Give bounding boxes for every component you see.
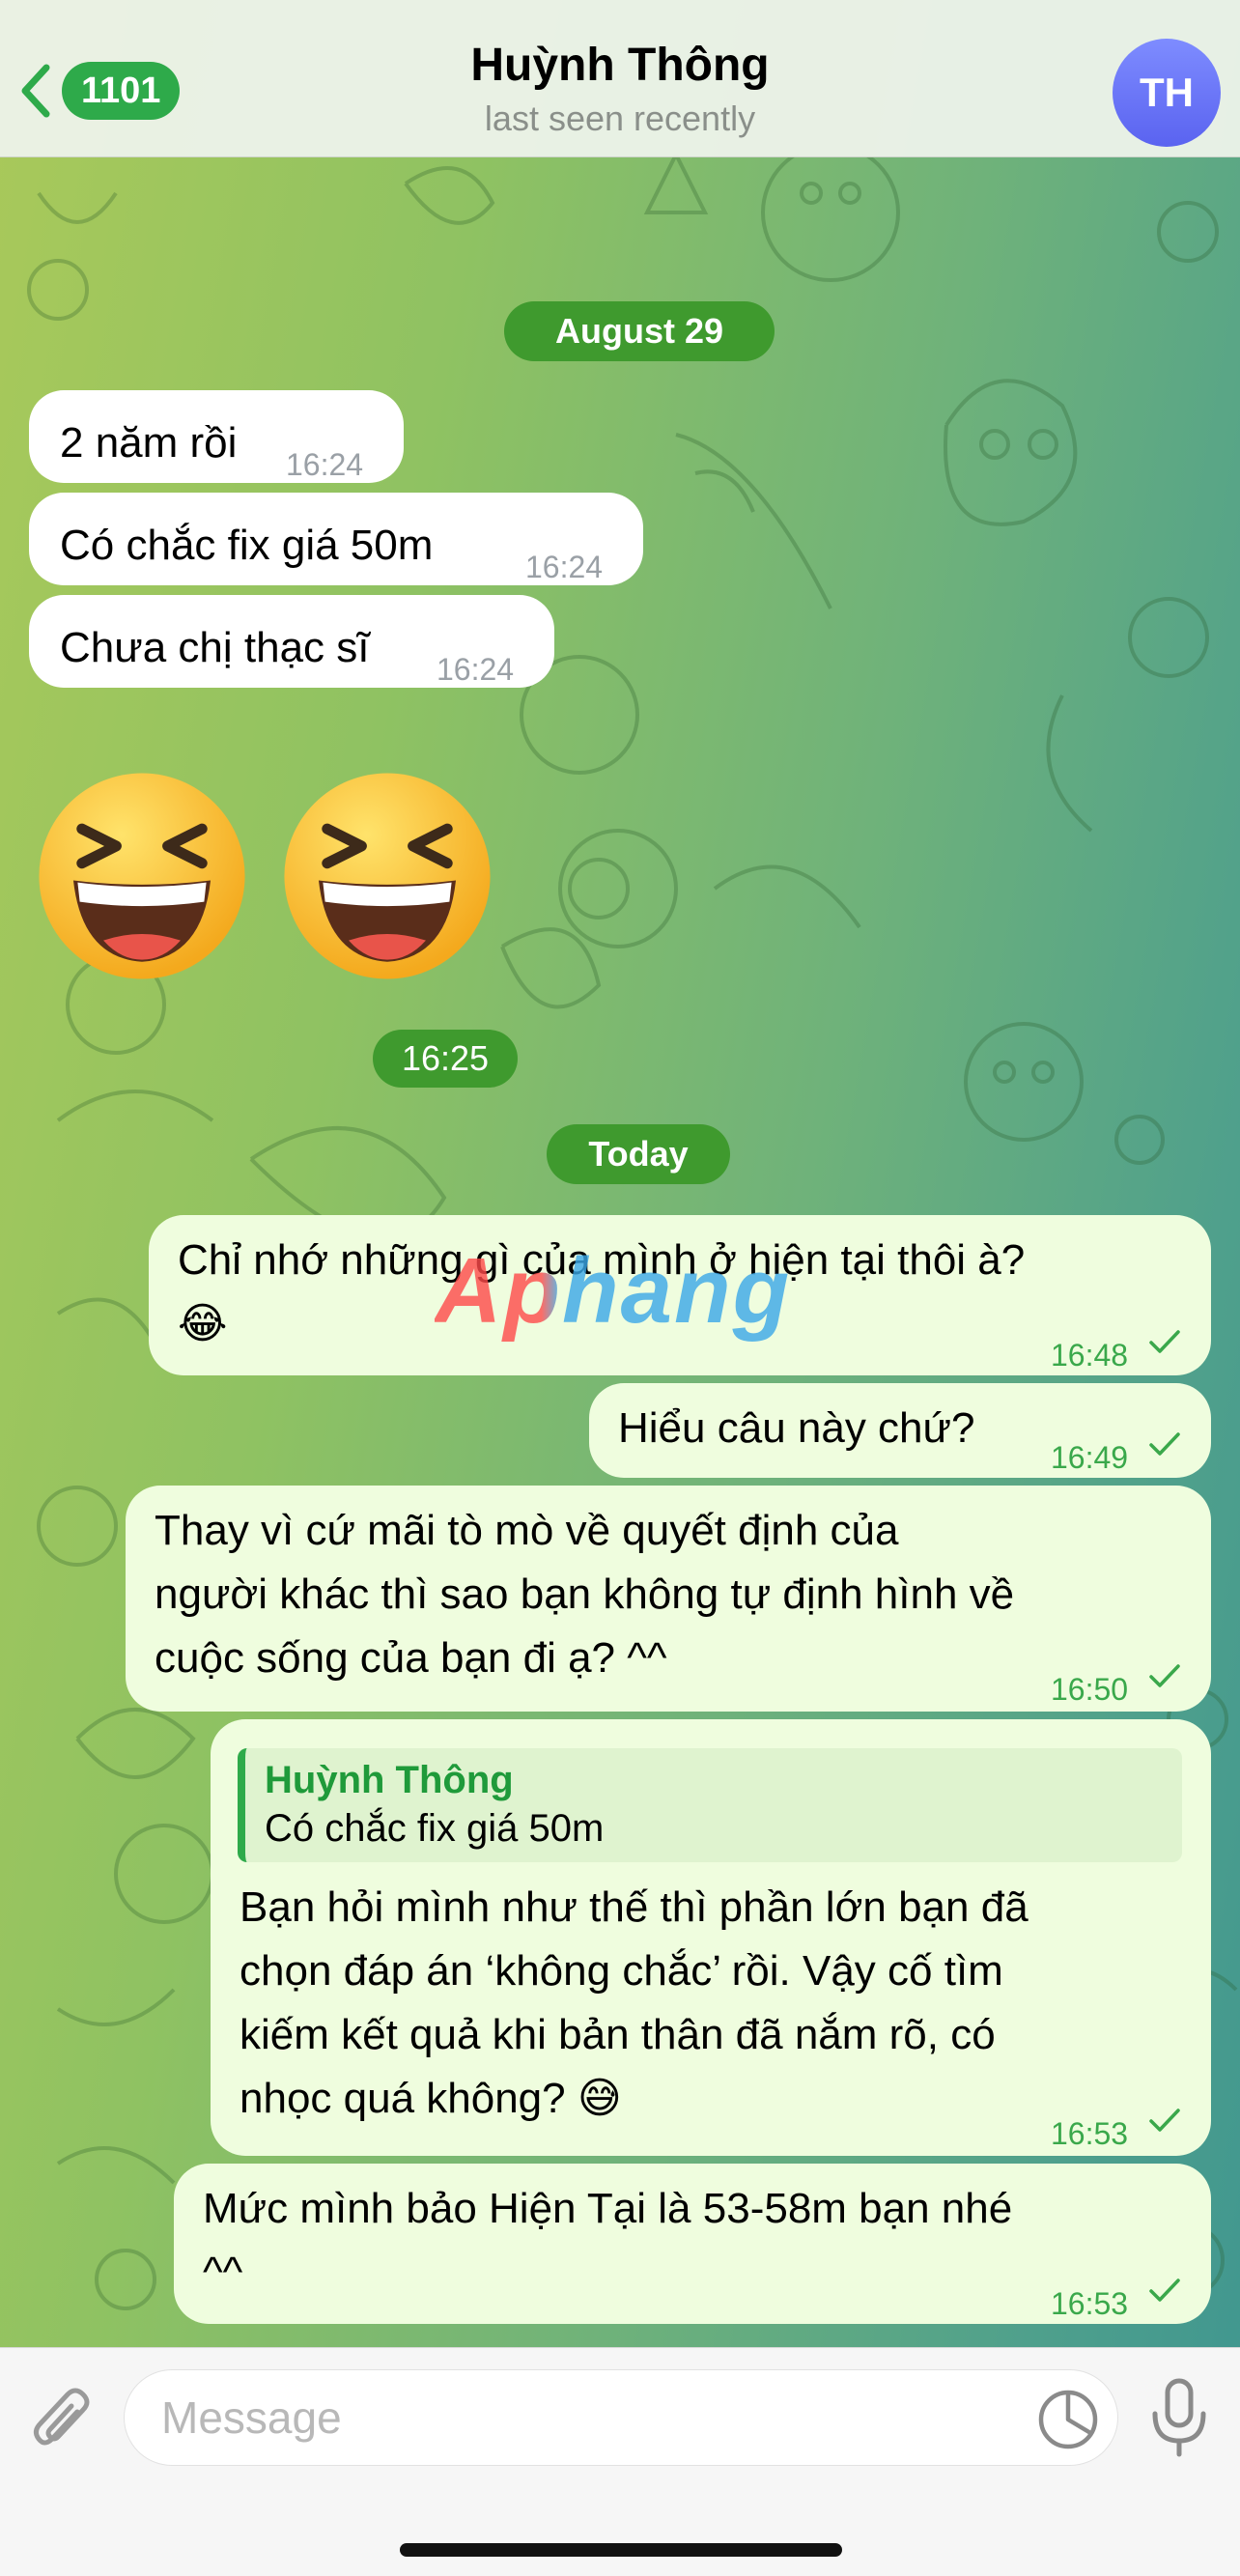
grinning-squinting-face-icon: [284, 773, 491, 979]
outgoing-message[interactable]: Thay vì cứ mãi tò mò về quyết định của n…: [126, 1486, 1211, 1712]
chat-status: last seen recently: [484, 99, 756, 138]
message-text: nhọc quá không? 😅: [240, 2075, 622, 2122]
read-check-icon: [1149, 1330, 1180, 1353]
message-text: kiếm kết quả khi bản thân đã nắm rõ, có: [240, 2011, 996, 2058]
date-separator: Today: [547, 1124, 730, 1184]
reply-text: Có chắc fix giá 50m: [265, 1807, 605, 1850]
sticker-icon[interactable]: [1036, 2388, 1100, 2451]
outgoing-message[interactable]: Hiểu câu này chứ? 16:49: [589, 1383, 1211, 1478]
message-text: 2 năm rồi: [60, 419, 238, 467]
grinning-squinting-face-icon: [39, 773, 245, 979]
message-text: Hiểu câu này chứ?: [618, 1404, 975, 1452]
incoming-message[interactable]: Có chắc fix giá 50m 16:24: [29, 493, 643, 585]
message-body: Bạn hỏi mình như thế thì phần lớn bạn đã…: [240, 1876, 1029, 2131]
message-text: người khác thì sao bạn không tự định hìn…: [155, 1571, 1015, 1618]
home-indicator[interactable]: [400, 2543, 842, 2557]
read-check-icon: [1149, 1432, 1180, 1456]
message-time: 16:48: [1051, 1338, 1129, 1373]
message-text: Chưa chị thạc sĩ: [60, 624, 370, 671]
paperclip-icon[interactable]: [27, 2383, 95, 2460]
read-check-icon: [1149, 1664, 1180, 1687]
chat-title[interactable]: Huỳnh Thông: [0, 39, 1240, 92]
message-text: Thay vì cứ mãi tò mò về quyết định của: [155, 1507, 899, 1554]
date-separator: August 29: [504, 301, 775, 361]
reply-author: Huỳnh Thông: [265, 1759, 514, 1801]
chat-header: 1101 Huỳnh Thông last seen recently TH: [0, 0, 1240, 157]
message-time: 16:24: [286, 447, 364, 482]
message-time: 16:24: [437, 652, 515, 687]
avatar[interactable]: TH: [1113, 39, 1221, 147]
reply-quote[interactable]: Huỳnh Thông Có chắc fix giá 50m: [238, 1748, 1182, 1862]
message-time: 16:53: [1051, 2286, 1129, 2321]
message-time: 16:50: [1051, 1672, 1129, 1707]
incoming-message[interactable]: Chưa chị thạc sĩ 16:24: [29, 595, 554, 688]
watermark-logo: Aphang: [435, 1239, 792, 1343]
message-input[interactable]: [159, 2388, 1032, 2448]
message-time: 16:53: [1051, 2116, 1129, 2151]
emoji-message[interactable]: [35, 769, 498, 991]
outgoing-message[interactable]: Mức mình bảo Hiện Tại là 53-58m bạn nhé …: [174, 2164, 1211, 2324]
incoming-message[interactable]: 2 năm rồi 16:24: [29, 390, 404, 483]
message-time: 16:49: [1051, 1440, 1129, 1475]
message-text: Mức mình bảo Hiện Tại là 53-58m bạn nhé: [203, 2185, 1013, 2232]
chat-screen: 1101 Huỳnh Thông last seen recently TH A…: [0, 0, 1240, 2576]
message-time: 16:24: [525, 550, 604, 584]
message-text: Có chắc fix giá 50m: [60, 522, 434, 569]
microphone-icon[interactable]: [1145, 2377, 1213, 2458]
read-check-icon: [1149, 2109, 1180, 2132]
message-text: chọn đáp án ‘không chắc’ rồi. Vậy cố tìm: [240, 1947, 1003, 1995]
message-input-box[interactable]: [124, 2369, 1118, 2466]
message-composer: [0, 2347, 1240, 2576]
message-text: Bạn hỏi mình như thế thì phần lớn bạn đã: [240, 1883, 1029, 1931]
read-check-icon: [1149, 2279, 1180, 2302]
emoji-message-time: 16:25: [373, 1030, 518, 1088]
outgoing-message[interactable]: Huỳnh Thông Có chắc fix giá 50m Bạn hỏi …: [211, 1719, 1211, 2156]
